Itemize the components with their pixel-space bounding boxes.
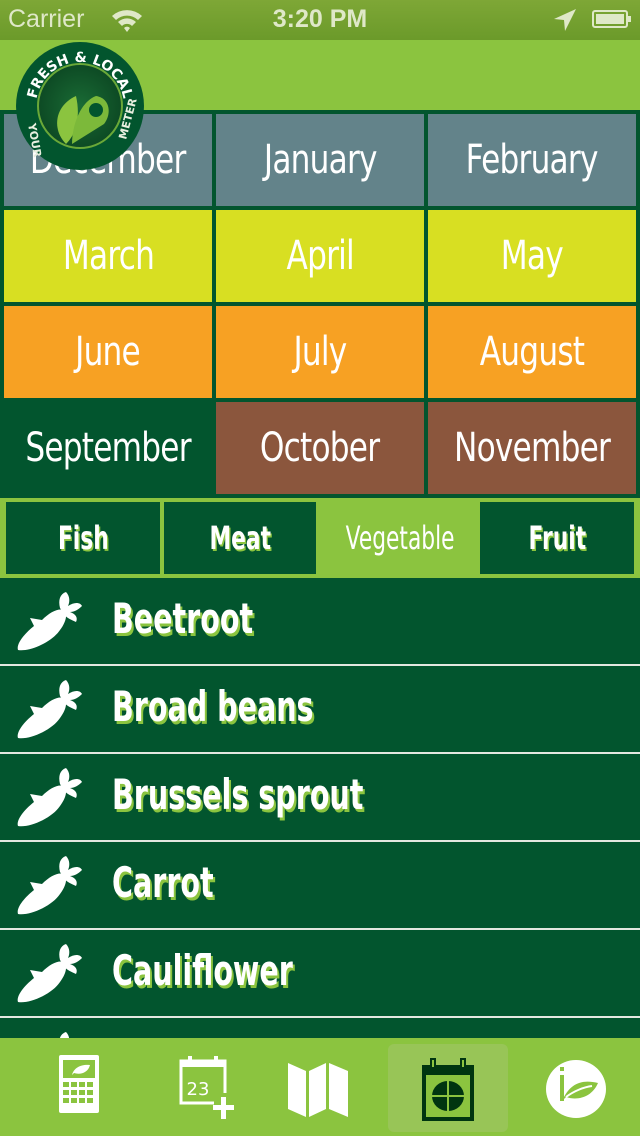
carrot-icon: [14, 852, 86, 920]
carrot-icon: [14, 1028, 86, 1038]
list-item[interactable]: Brussels sprout: [0, 754, 640, 842]
map-icon: [288, 1063, 348, 1117]
tab-fish[interactable]: Fish: [6, 502, 160, 574]
month-label: April: [286, 233, 354, 279]
battery-icon: [592, 10, 631, 28]
month-october[interactable]: October: [216, 402, 424, 494]
tab-seasonal-calendar[interactable]: [388, 1044, 508, 1132]
month-label: January: [263, 137, 378, 183]
month-august[interactable]: August: [428, 306, 636, 398]
month-label: May: [500, 233, 564, 279]
list-item[interactable]: [0, 1018, 640, 1038]
tab-label: Fruit: [528, 519, 586, 557]
month-november[interactable]: November: [428, 402, 636, 494]
calendar-add-icon: 23: [179, 1056, 234, 1119]
fresh-local-logo: FRESH & LOCAL YOUR METER: [16, 42, 144, 170]
info-leaf-icon: [546, 1060, 606, 1118]
list-item[interactable]: Broad beans: [0, 666, 640, 754]
item-label: Carrot: [112, 858, 214, 907]
month-label: October: [260, 425, 380, 471]
calendar-day: 23: [187, 1079, 210, 1100]
seasonal-calendar-icon: [422, 1058, 474, 1121]
list-item[interactable]: Cauliflower: [0, 930, 640, 1018]
month-label: February: [465, 137, 599, 183]
tab-label: Vegetable: [345, 519, 455, 557]
carrot-icon: [14, 676, 86, 744]
month-june[interactable]: June: [4, 306, 212, 398]
month-march[interactable]: March: [4, 210, 212, 302]
list-item[interactable]: Carrot: [0, 842, 640, 930]
month-label: November: [453, 425, 611, 471]
status-bar: Carrier 3:20 PM: [0, 0, 640, 40]
tab-label: Meat: [209, 519, 271, 557]
month-label: June: [75, 329, 142, 375]
carrot-icon: [14, 940, 86, 1008]
item-label: Cauliflower: [112, 946, 293, 995]
tab-meat[interactable]: Meat: [164, 502, 316, 574]
carrot-icon: [14, 764, 86, 832]
produce-list[interactable]: Beetroot Broad beans Brussels sprout Carrot…: [0, 578, 640, 1038]
tab-bar: 23: [0, 1038, 640, 1136]
tab-map[interactable]: [258, 1044, 378, 1132]
month-label: July: [293, 329, 348, 375]
clock: 3:20 PM: [272, 5, 368, 33]
month-label: March: [62, 233, 154, 279]
month-february[interactable]: February: [428, 114, 636, 206]
month-april[interactable]: April: [216, 210, 424, 302]
tab-fruit[interactable]: Fruit: [480, 502, 634, 574]
month-july[interactable]: July: [216, 306, 424, 398]
month-label: August: [479, 329, 585, 375]
tab-calculator[interactable]: [18, 1044, 138, 1132]
tab-info[interactable]: [516, 1044, 636, 1132]
tab-vegetable[interactable]: Vegetable: [320, 502, 480, 574]
month-label: September: [25, 425, 191, 471]
location-arrow-icon: [554, 9, 576, 31]
carrot-icon: [14, 588, 86, 656]
month-september[interactable]: September: [4, 402, 212, 494]
item-label: Broad beans: [112, 682, 314, 731]
calculator-leaf-icon: [59, 1055, 99, 1113]
month-may[interactable]: May: [428, 210, 636, 302]
month-january[interactable]: January: [216, 114, 424, 206]
category-tabs: Fish Meat Vegetable Fruit: [0, 498, 640, 578]
tab-label: Fish: [57, 519, 109, 557]
item-label: Beetroot: [112, 594, 254, 643]
tab-add-calendar[interactable]: 23: [138, 1044, 258, 1132]
list-item[interactable]: Beetroot: [0, 578, 640, 666]
item-label: Brussels sprout: [112, 770, 364, 819]
